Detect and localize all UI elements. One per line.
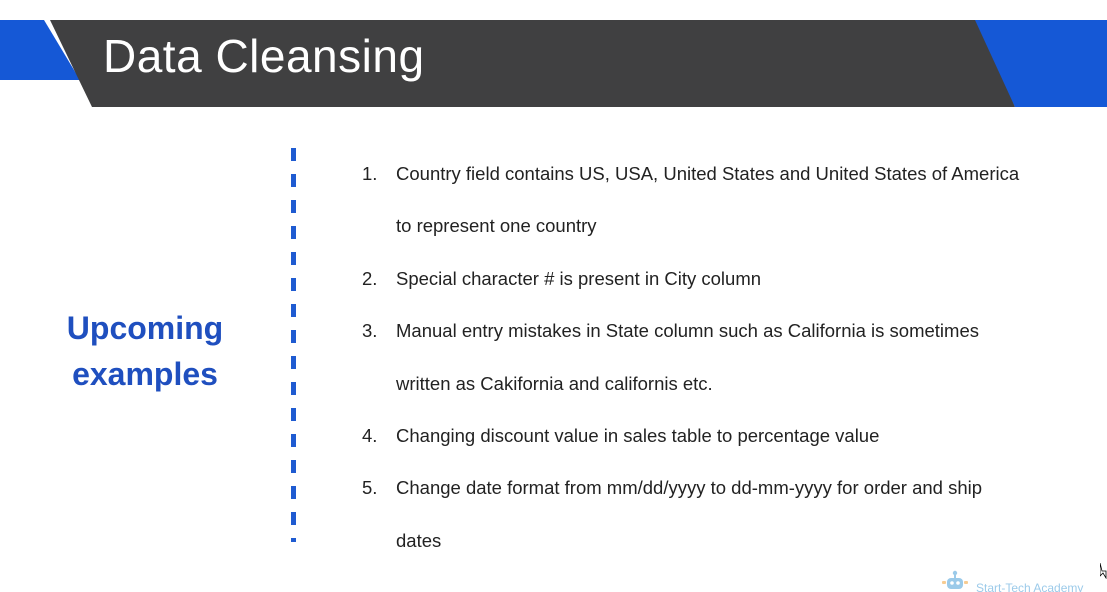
mouse-cursor-icon [1100,563,1107,579]
list-item-number: 5. [362,477,378,499]
list-item-text-continued: written as Cakifornia and californis etc… [396,372,713,394]
list-item-number: 3. [362,320,378,342]
list-item: 4. Changing discount value in sales tabl… [362,410,1082,462]
list-item-text: Special character # is present in City c… [396,267,762,289]
side-heading-line-2: examples [72,356,218,392]
side-heading-line-1: Upcoming [66,310,224,346]
list-item: 1. Country field contains US, USA, Unite… [362,148,1082,253]
list-item-text: Changing discount value in sales table t… [396,425,880,447]
examples-list: 1. Country field contains US, USA, Unite… [362,148,1082,567]
robot-logo-icon [942,570,968,589]
list-item: 5. Change date format from mm/dd/yyyy to… [362,462,1082,567]
slide-title: Data Cleansing [103,30,425,82]
list-item-number: 1. [362,163,378,184]
start-tech-academy-logo: Start-Tech Academy [940,570,1083,592]
list-item: 3. Manual entry mistakes in State column… [362,305,1082,410]
list-item-text-continued: dates [396,529,442,551]
logo-text: Start-Tech Academy [976,581,1084,592]
list-item-text: Manual entry mistakes in State column su… [396,320,979,342]
side-heading: Upcoming examples [40,305,250,397]
list-item-text: Change date format from mm/dd/yyyy to dd… [396,477,983,499]
list-item-text: Country field contains US, USA, United S… [396,163,1020,184]
dashed-divider [291,148,296,542]
list-item: 2. Special character # is present in Cit… [362,253,1082,305]
list-item-number: 2. [362,267,378,289]
slide: Data Cleansing Upcoming examples 1. Coun… [0,0,1107,592]
list-item-number: 4. [362,425,378,447]
list-item-text-continued: to represent one country [396,215,597,237]
